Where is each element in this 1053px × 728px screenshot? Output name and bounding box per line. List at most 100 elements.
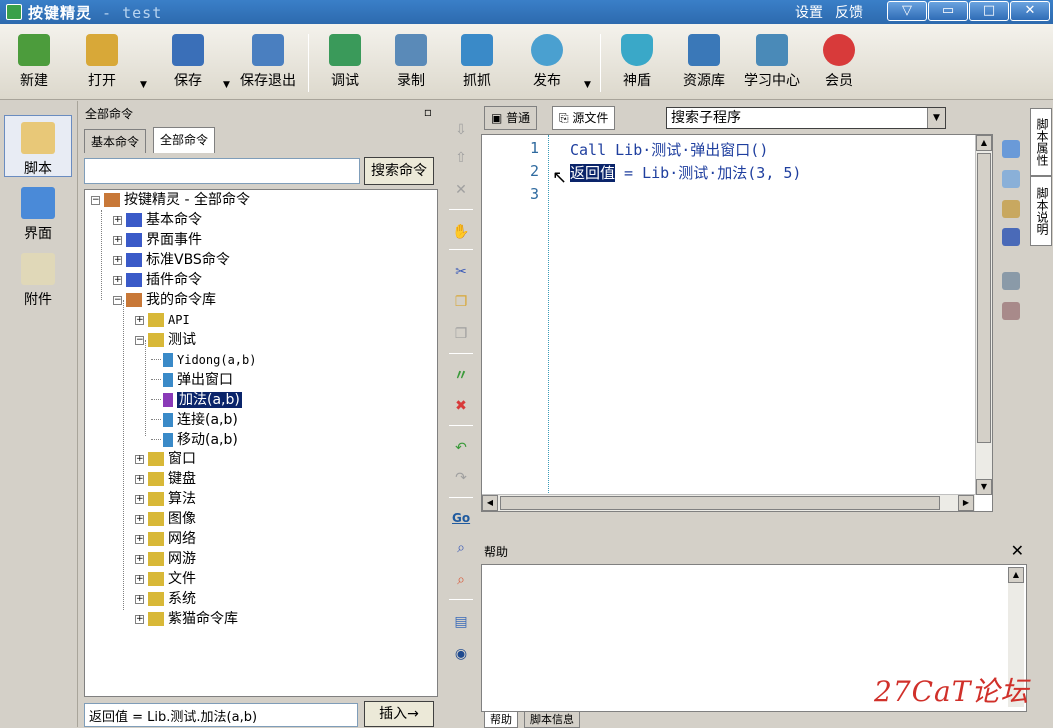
grab-button[interactable]: 抓抓: [454, 32, 500, 96]
expand-icon[interactable]: +: [135, 514, 144, 524]
tab-help[interactable]: 帮助: [484, 712, 518, 728]
editor-horizontal-scrollbar[interactable]: ◀ ▶: [482, 494, 975, 511]
save-small-icon[interactable]: [1002, 170, 1020, 188]
expand-icon[interactable]: +: [113, 275, 122, 285]
tree-leaf[interactable]: 移动(a,b): [163, 430, 238, 450]
learning-center-button[interactable]: 学习中心: [740, 32, 804, 96]
tree-item[interactable]: + 界面事件: [113, 230, 202, 250]
hand-icon[interactable]: ✋: [452, 223, 470, 241]
goto-icon[interactable]: Go: [452, 509, 470, 527]
subroutine-select[interactable]: 搜索子程序 ▼: [666, 107, 946, 129]
tree-item[interactable]: + 窗口: [135, 449, 196, 469]
tree-item[interactable]: − 我的命令库: [113, 290, 216, 310]
code-line-1[interactable]: Call Lib·测试·弹出窗口(): [570, 139, 768, 160]
scroll-thumb[interactable]: [500, 496, 940, 510]
nav-interface[interactable]: 界面: [4, 181, 72, 243]
nav-attachment[interactable]: 附件: [4, 247, 72, 309]
expand-icon[interactable]: +: [135, 494, 144, 504]
tree-item[interactable]: + 算法: [135, 489, 196, 509]
tree-item[interactable]: + API: [135, 310, 190, 330]
tree-root[interactable]: − 按键精灵 - 全部命令: [91, 190, 250, 210]
tree-leaf[interactable]: 弹出窗口: [163, 370, 233, 390]
close-icon[interactable]: ✕: [1011, 541, 1024, 560]
expand-icon[interactable]: +: [135, 534, 144, 544]
nav-script[interactable]: 脚本: [4, 115, 72, 177]
find-icon[interactable]: ⌕: [452, 539, 470, 557]
tree-item[interactable]: + 网络: [135, 529, 196, 549]
replace-icon[interactable]: ⌕: [452, 571, 470, 589]
resource-library-button[interactable]: 资源库: [678, 32, 730, 96]
copy-icon[interactable]: ❐: [452, 293, 470, 311]
eye-icon[interactable]: ◉: [452, 645, 470, 663]
tree-item[interactable]: + 图像: [135, 509, 196, 529]
expand-icon[interactable]: +: [135, 315, 144, 325]
expand-icon[interactable]: +: [135, 574, 144, 584]
collapse-icon[interactable]: −: [91, 195, 100, 205]
tree-item[interactable]: + 基本命令: [113, 210, 202, 230]
cut-icon[interactable]: ✂: [452, 263, 470, 281]
collapse-icon[interactable]: −: [113, 295, 122, 305]
expand-icon[interactable]: +: [135, 474, 144, 484]
tree-leaf[interactable]: 连接(a,b): [163, 410, 238, 430]
move-up-icon[interactable]: ⇧: [452, 149, 470, 167]
expand-icon[interactable]: +: [113, 255, 122, 265]
expand-icon[interactable]: +: [113, 215, 122, 225]
feedback-link[interactable]: 反馈: [835, 2, 863, 22]
tree-item[interactable]: + 文件: [135, 569, 196, 589]
properties-icon[interactable]: [1002, 140, 1020, 158]
palette-icon[interactable]: [1002, 200, 1020, 218]
search-command-button[interactable]: 搜索命令: [364, 157, 434, 185]
tab-script-description[interactable]: 脚本说明: [1030, 176, 1052, 246]
debug-button[interactable]: 调试: [322, 32, 368, 96]
chevron-down-icon[interactable]: ▼: [927, 108, 945, 128]
tree-item[interactable]: + 插件命令: [113, 270, 202, 290]
scroll-right-icon[interactable]: ▶: [958, 495, 974, 511]
scroll-up-icon[interactable]: ▲: [1008, 567, 1024, 583]
shield-button[interactable]: 神盾: [614, 32, 660, 96]
scroll-down-icon[interactable]: ▼: [976, 479, 992, 495]
tree-leaf-selected[interactable]: 加法(a,b): [163, 390, 242, 410]
undo-icon[interactable]: ↶: [452, 439, 470, 457]
editor-vertical-scrollbar[interactable]: ▲ ▼: [975, 135, 992, 495]
tab-script-properties[interactable]: 脚本属性: [1030, 108, 1052, 176]
expand-icon[interactable]: +: [135, 594, 144, 604]
paste-icon[interactable]: ❐: [452, 325, 470, 343]
tab-normal[interactable]: ▣ 普通: [484, 106, 538, 130]
settings-link[interactable]: 设置: [795, 2, 823, 22]
tab-basic-commands[interactable]: 基本命令: [84, 129, 147, 153]
expand-icon[interactable]: +: [113, 235, 122, 245]
command-search-input[interactable]: [84, 158, 360, 184]
open-dropdown-arrow[interactable]: ▼: [140, 80, 147, 90]
publish-dropdown-arrow[interactable]: ▼: [584, 80, 591, 90]
tab-script-info[interactable]: 脚本信息: [524, 712, 580, 728]
maximize-button[interactable]: □: [969, 1, 1009, 21]
tab-source[interactable]: ⎘ 源文件: [552, 106, 616, 130]
code-line-2[interactable]: 返回值 = Lib·测试·加法(3, 5): [570, 162, 801, 183]
publish-button[interactable]: 发布: [524, 32, 570, 96]
minimize-button[interactable]: ▭: [928, 1, 968, 21]
redo-icon[interactable]: ↷: [452, 469, 470, 487]
new-button[interactable]: 新建: [12, 32, 56, 96]
scroll-thumb[interactable]: [977, 153, 991, 443]
move-down-icon[interactable]: ⇩: [452, 121, 470, 139]
member-button[interactable]: 会员: [816, 32, 862, 96]
tab-all-commands[interactable]: 全部命令: [153, 127, 216, 153]
layers-icon[interactable]: [1002, 228, 1020, 246]
code-editor[interactable]: 1 2 3 Call Lib·测试·弹出窗口() 返回值 = Lib·测试·加法…: [481, 134, 993, 512]
tree-item[interactable]: + 键盘: [135, 469, 196, 489]
scroll-left-icon[interactable]: ◀: [482, 495, 498, 511]
save-exit-button[interactable]: 保存退出: [236, 32, 300, 96]
pin-icon[interactable]: ▫: [424, 105, 432, 119]
delete-icon[interactable]: ✕: [452, 181, 470, 199]
save-button[interactable]: 保存: [164, 32, 212, 96]
insert-button[interactable]: 插入→: [364, 701, 434, 727]
close-button[interactable]: ✕: [1010, 1, 1050, 21]
tree-item[interactable]: + 紫猫命令库: [135, 609, 238, 629]
tree-item[interactable]: − 测试: [135, 330, 196, 350]
scroll-up-icon[interactable]: ▲: [976, 135, 992, 151]
remove-tool-icon[interactable]: [1002, 302, 1020, 320]
tree-item[interactable]: + 网游: [135, 549, 196, 569]
tree-item[interactable]: + 标准VBS命令: [113, 250, 230, 270]
save-dropdown-arrow[interactable]: ▼: [223, 80, 230, 90]
expand-icon[interactable]: +: [135, 454, 144, 464]
